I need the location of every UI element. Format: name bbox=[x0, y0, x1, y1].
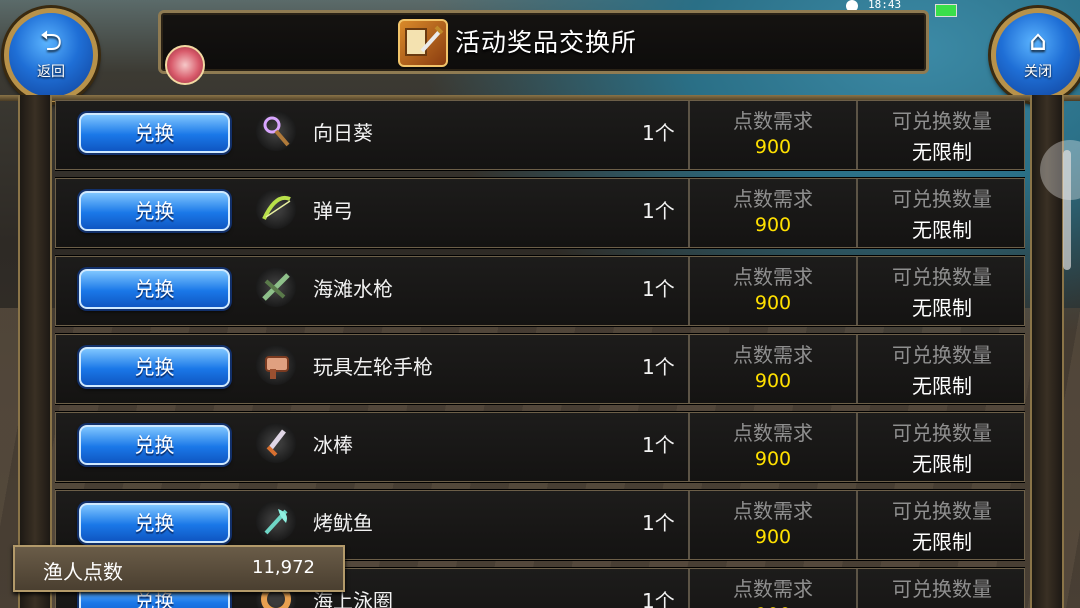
exchange-limit-value: 无限制 bbox=[912, 452, 972, 476]
water-gun-crossbow-icon bbox=[256, 267, 296, 307]
points-required-header: 点数需求 bbox=[733, 421, 813, 445]
exchange-limit-header: 可兑换数量 bbox=[892, 421, 992, 445]
reward-row: 兑换 海滩水枪 1个 点数需求 900 可兑换数量 无限制 bbox=[55, 256, 1025, 326]
points-required-cell: 点数需求 900 bbox=[688, 101, 856, 169]
points-required-value: 900 bbox=[754, 136, 792, 158]
squid-axe-icon bbox=[256, 501, 296, 541]
sunflower-staff-icon bbox=[256, 111, 296, 151]
item-name: 向日葵 bbox=[313, 121, 373, 145]
points-required-header: 点数需求 bbox=[733, 109, 813, 133]
reward-list[interactable]: 兑换 向日葵 1个 点数需求 900 可兑换数量 无限制 兑换 弹弓 1个 点数… bbox=[55, 100, 1025, 608]
battery-icon bbox=[935, 4, 957, 17]
exchange-limit-cell: 可兑换数量 无限制 bbox=[856, 491, 1025, 559]
points-required-cell: 点数需求 900 bbox=[688, 491, 856, 559]
back-button-label: 返回 bbox=[37, 64, 65, 80]
item-quantity: 1个 bbox=[642, 277, 675, 301]
exchange-limit-cell: 可兑换数量 无限制 bbox=[856, 335, 1025, 403]
points-required-cell: 点数需求 900 bbox=[688, 179, 856, 247]
exchange-limit-cell: 可兑换数量 无限制 bbox=[856, 101, 1025, 169]
exchange-limit-header: 可兑换数量 bbox=[892, 499, 992, 523]
exchange-limit-value: 无限制 bbox=[912, 140, 972, 164]
exchange-limit-cell: 可兑换数量 无限制 bbox=[856, 257, 1025, 325]
item-name: 冰棒 bbox=[313, 433, 353, 457]
points-required-header: 点数需求 bbox=[733, 343, 813, 367]
exchange-limit-cell: 可兑换数量 无限制 bbox=[856, 569, 1025, 608]
points-label: 渔人点数 bbox=[43, 560, 123, 584]
exchange-button[interactable]: 兑换 bbox=[79, 191, 230, 231]
points-required-value: 900 bbox=[754, 526, 792, 548]
gift-icon[interactable] bbox=[165, 45, 205, 85]
reward-row: 兑换 向日葵 1个 点数需求 900 可兑换数量 无限制 bbox=[55, 100, 1025, 170]
back-arrow-icon: ⮌ bbox=[39, 24, 63, 57]
toy-revolver-icon bbox=[256, 345, 296, 385]
exchange-shop-icon bbox=[398, 19, 448, 67]
points-required-cell: 点数需求 900 bbox=[688, 257, 856, 325]
page-title: 活动奖品交换所 bbox=[455, 28, 638, 57]
exchange-limit-value: 无限制 bbox=[858, 604, 1025, 608]
exchange-limit-cell: 可兑换数量 无限制 bbox=[856, 413, 1025, 481]
exchange-limit-header: 可兑换数量 bbox=[892, 265, 992, 289]
item-quantity: 1个 bbox=[642, 589, 675, 608]
home-icon: ⌂ bbox=[1029, 24, 1047, 57]
item-quantity: 1个 bbox=[642, 121, 675, 145]
item-quantity: 1个 bbox=[642, 433, 675, 457]
points-required-cell: 点数需求 900 bbox=[688, 413, 856, 481]
points-panel: 渔人点数 11,972 bbox=[13, 545, 345, 592]
item-name: 海滩水枪 bbox=[313, 277, 393, 301]
item-quantity: 1个 bbox=[642, 199, 675, 223]
points-required-value: 900 bbox=[690, 604, 856, 608]
close-button-label: 关闭 bbox=[1024, 64, 1052, 80]
item-name: 烤鱿鱼 bbox=[313, 511, 373, 535]
exchange-limit-header: 可兑换数量 bbox=[892, 109, 992, 133]
points-required-header: 点数需求 bbox=[733, 499, 813, 523]
exchange-limit-header: 可兑换数量 bbox=[892, 577, 992, 601]
points-required-cell: 点数需求 900 bbox=[688, 569, 856, 608]
points-required-value: 900 bbox=[754, 448, 792, 470]
exchange-button[interactable]: 兑换 bbox=[79, 113, 230, 153]
ice-dagger-icon bbox=[256, 423, 296, 463]
reward-row: 兑换 弹弓 1个 点数需求 900 可兑换数量 无限制 bbox=[55, 178, 1025, 248]
points-required-header: 点数需求 bbox=[733, 187, 813, 211]
exchange-button[interactable]: 兑换 bbox=[79, 503, 230, 543]
points-value: 11,972 bbox=[252, 557, 315, 578]
exchange-limit-value: 无限制 bbox=[912, 374, 972, 398]
exchange-button[interactable]: 兑换 bbox=[79, 347, 230, 387]
exchange-limit-header: 可兑换数量 bbox=[892, 343, 992, 367]
item-quantity: 1个 bbox=[642, 355, 675, 379]
exchange-button[interactable]: 兑换 bbox=[79, 269, 230, 309]
exchange-limit-value: 无限制 bbox=[912, 530, 972, 554]
exchange-limit-cell: 可兑换数量 无限制 bbox=[856, 179, 1025, 247]
points-required-header: 点数需求 bbox=[733, 577, 813, 601]
close-button[interactable]: ⌂ 关闭 bbox=[991, 8, 1080, 102]
exchange-button[interactable]: 兑换 bbox=[79, 425, 230, 465]
points-required-cell: 点数需求 900 bbox=[688, 335, 856, 403]
exchange-limit-header: 可兑换数量 bbox=[892, 187, 992, 211]
points-required-value: 900 bbox=[754, 370, 792, 392]
item-name: 玩具左轮手枪 bbox=[313, 355, 433, 379]
exchange-limit-value: 无限制 bbox=[912, 296, 972, 320]
points-required-value: 900 bbox=[754, 292, 792, 314]
item-name: 弹弓 bbox=[313, 199, 353, 223]
exchange-limit-value: 无限制 bbox=[912, 218, 972, 242]
slingshot-bow-icon bbox=[256, 189, 296, 229]
reward-row: 兑换 冰棒 1个 点数需求 900 可兑换数量 无限制 bbox=[55, 412, 1025, 482]
points-required-header: 点数需求 bbox=[733, 265, 813, 289]
back-button[interactable]: ⮌ 返回 bbox=[4, 8, 98, 102]
points-required-value: 900 bbox=[754, 214, 792, 236]
frame-left-border bbox=[18, 95, 52, 608]
reward-row: 兑换 玩具左轮手枪 1个 点数需求 900 可兑换数量 无限制 bbox=[55, 334, 1025, 404]
item-quantity: 1个 bbox=[642, 511, 675, 535]
